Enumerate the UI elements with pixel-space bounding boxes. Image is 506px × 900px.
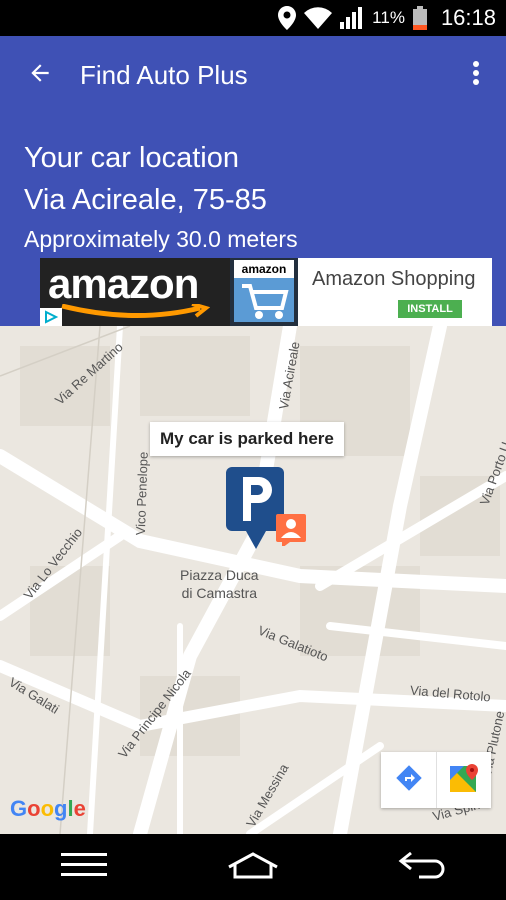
- nav-back-button[interactable]: [382, 842, 462, 892]
- menu-icon: [61, 852, 108, 882]
- amazon-smile-icon: [61, 304, 210, 318]
- street-label-vico-penelope: Vico Penelope: [132, 451, 151, 536]
- app-icon-label: amazon: [234, 260, 294, 278]
- recent-apps-button[interactable]: [44, 842, 124, 892]
- battery-percent: 11%: [372, 8, 405, 27]
- marker-info-window[interactable]: My car is parked here: [150, 422, 344, 456]
- arrow-back-icon: [27, 60, 53, 91]
- system-nav-bar: [0, 834, 506, 900]
- directions-button[interactable]: [381, 752, 436, 808]
- home-button[interactable]: [213, 842, 293, 892]
- open-in-google-maps-button[interactable]: [436, 752, 491, 808]
- signal-icon: [340, 7, 364, 29]
- more-vert-icon: [472, 60, 480, 91]
- google-attribution: Google: [10, 796, 86, 821]
- overflow-menu-button[interactable]: [446, 36, 506, 114]
- location-icon: [278, 6, 297, 30]
- back-icon: [397, 850, 447, 885]
- location-distance: Approximately 30.0 meters: [24, 226, 298, 252]
- status-bar: 11% 16:18: [0, 0, 506, 36]
- ad-install-button[interactable]: INSTALL: [398, 300, 462, 318]
- ad-amazon-logo: amazon: [40, 258, 230, 326]
- map-view[interactable]: Via Re Martino Via Acireale Vico Penelop…: [0, 326, 506, 834]
- battery-icon: [412, 6, 427, 30]
- ad-title: Amazon Shopping: [312, 268, 476, 290]
- app-bar: Find Auto Plus: [0, 36, 506, 114]
- wifi-icon: [304, 7, 333, 29]
- map-toolbar: [381, 752, 491, 808]
- amazon-logo-text: amazon: [48, 260, 199, 307]
- location-heading: Your car location: [24, 142, 239, 174]
- person-location-icon: [276, 514, 306, 551]
- clock: 16:18: [440, 5, 496, 30]
- home-icon: [226, 851, 280, 884]
- shopping-cart-icon: [242, 284, 289, 319]
- location-address: Via Acireale, 75-85: [24, 184, 267, 216]
- google-maps-icon: [448, 762, 480, 799]
- amazon-app-icon: amazon: [230, 258, 298, 326]
- app-title: Find Auto Plus: [80, 59, 248, 90]
- ad-banner[interactable]: amazon amazon Amazon Shopping INSTALL: [40, 258, 492, 326]
- directions-icon: [394, 763, 424, 798]
- ad-choices-icon[interactable]: [40, 308, 62, 326]
- back-button[interactable]: [0, 36, 80, 114]
- poi-piazza-duca: Piazza Duca di Camastra: [180, 567, 259, 601]
